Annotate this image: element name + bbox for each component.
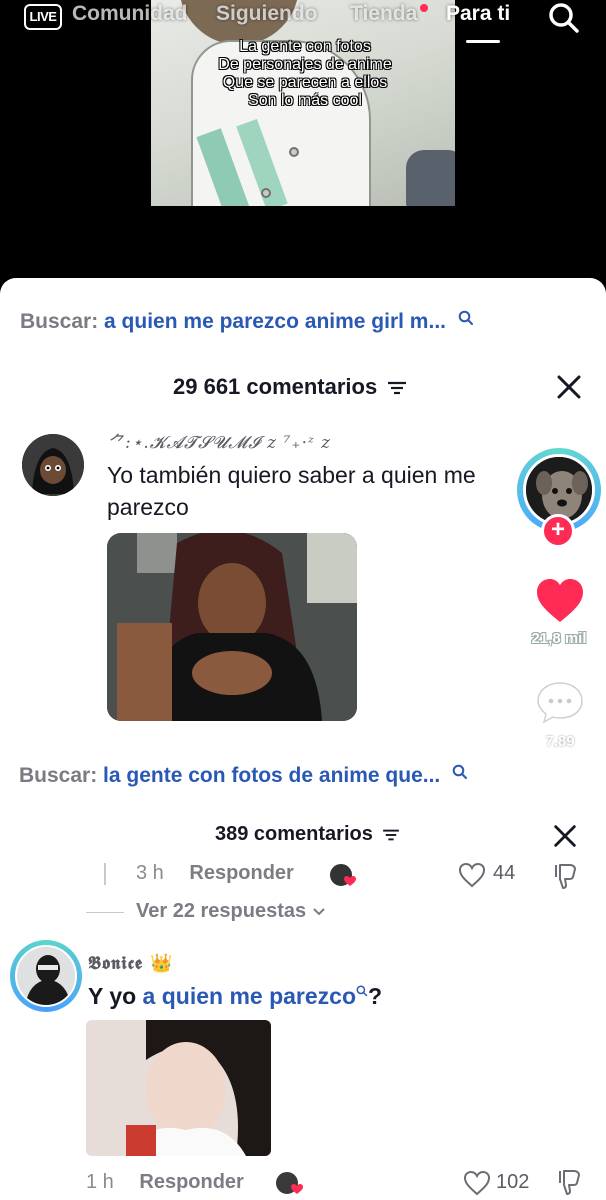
caption-line: Que se parecen a ellos — [222, 74, 388, 91]
thread-line — [104, 863, 106, 885]
chevron-down-icon — [312, 908, 325, 916]
jacket-button — [289, 147, 299, 157]
notification-dot — [420, 4, 428, 12]
comment-count: 29 661 comentarios — [173, 374, 378, 399]
caption-line: Son lo más cool — [248, 92, 362, 109]
search-label: Buscar: — [20, 310, 99, 333]
search-query-link[interactable]: a quien me parezco anime girl m... — [104, 310, 446, 333]
active-tab-indicator — [466, 40, 500, 43]
comment-count-header: 29 661 comentarios — [173, 374, 407, 400]
search-icon — [458, 310, 473, 325]
selfie-image — [86, 1020, 271, 1156]
close-icon[interactable] — [554, 372, 584, 402]
jacket-button — [261, 188, 271, 198]
video-caption: La gente con fotos De personajes de anim… — [160, 38, 450, 110]
tab-para-ti[interactable]: Para ti — [446, 2, 510, 26]
comment-text-suffix: ? — [368, 983, 383, 1009]
close-icon[interactable] — [551, 822, 579, 850]
follow-plus-button[interactable]: + — [541, 514, 575, 548]
like-count: 21,8 mil — [531, 630, 587, 647]
comment-count: 389 comentarios — [215, 823, 373, 845]
dislike-icon[interactable] — [554, 1168, 584, 1196]
like-heart-outline-icon[interactable] — [463, 1170, 491, 1196]
replies-divider — [86, 912, 124, 913]
like-count: 44 — [493, 862, 516, 884]
avatar[interactable] — [22, 434, 84, 496]
creator-liked-heart-icon — [344, 876, 356, 886]
comments-sheet: Buscar: a quien me parezco anime girl m.… — [0, 278, 606, 748]
comment-meta: 3 h Responder — [136, 862, 294, 885]
comment-photo[interactable] — [86, 1020, 271, 1156]
comment-search-link[interactable]: a quien me parezco — [143, 983, 356, 1009]
comment-text-prefix: Y yo — [88, 983, 143, 1009]
search-suggestion[interactable]: Buscar: la gente con fotos de anime que.… — [19, 764, 468, 788]
like-heart-outline-icon[interactable] — [458, 862, 486, 888]
avatar-image — [15, 945, 77, 1007]
comment-count-header: 389 comentarios — [215, 823, 400, 846]
search-label: Buscar: — [19, 764, 98, 787]
comment-text: Y yo a quien me parezco? — [88, 983, 382, 1010]
search-suggestion[interactable]: Buscar: a quien me parezco anime girl m.… — [20, 310, 474, 334]
tab-comunidad[interactable]: Comunidad — [72, 2, 188, 26]
reply-button[interactable]: Responder — [139, 1171, 243, 1193]
like-count: 102 — [496, 1171, 530, 1193]
comment-meta: 1 h Responder — [86, 1171, 244, 1194]
selfie-image — [107, 533, 357, 721]
search-query-link[interactable]: la gente con fotos de anime que... — [103, 764, 440, 787]
live-button[interactable]: LIVE — [24, 4, 62, 30]
reply-button[interactable]: Responder — [189, 862, 293, 884]
comment-photo[interactable] — [107, 533, 357, 721]
caption-line: De personajes de anime — [218, 56, 392, 73]
comment-username[interactable]: ⺈:⋆.𝓚𝓐𝓣𝓢𝓤𝓜𝓘 z ⁷₊⋅ᶻ z — [107, 428, 331, 453]
comment-username[interactable]: 𝕭𝖔𝖓𝖎𝖈𝖊 👑 — [88, 953, 174, 974]
view-replies-button[interactable]: Ver 22 respuestas — [136, 900, 326, 923]
search-icon — [356, 985, 368, 997]
search-icon[interactable] — [544, 0, 584, 36]
top-nav: LIVE Comunidad Siguiendo Tienda Para ti — [0, 0, 606, 48]
comments-count-rail: 7,89 — [545, 733, 575, 748]
background-chair — [406, 150, 455, 206]
avatar[interactable] — [10, 940, 82, 1012]
dislike-icon[interactable] — [550, 862, 580, 890]
masked-person-icon — [17, 947, 75, 1005]
avatar-image — [22, 434, 84, 496]
comment-time: 3 h — [136, 862, 164, 884]
sort-filter-icon[interactable] — [387, 380, 407, 396]
sort-filter-icon[interactable] — [382, 828, 400, 842]
comment-time: 1 h — [86, 1171, 114, 1193]
comment-text: Yo también quiero saber a quien me parez… — [107, 462, 476, 520]
search-icon — [452, 764, 468, 779]
like-heart-icon[interactable] — [535, 578, 585, 624]
tab-tienda[interactable]: Tienda — [350, 2, 417, 26]
tab-siguiendo[interactable]: Siguiendo — [216, 2, 318, 26]
creator-liked-heart-icon — [291, 1184, 303, 1194]
view-replies-label: Ver 22 respuestas — [136, 900, 307, 922]
comment-bubble-icon[interactable] — [536, 680, 584, 724]
